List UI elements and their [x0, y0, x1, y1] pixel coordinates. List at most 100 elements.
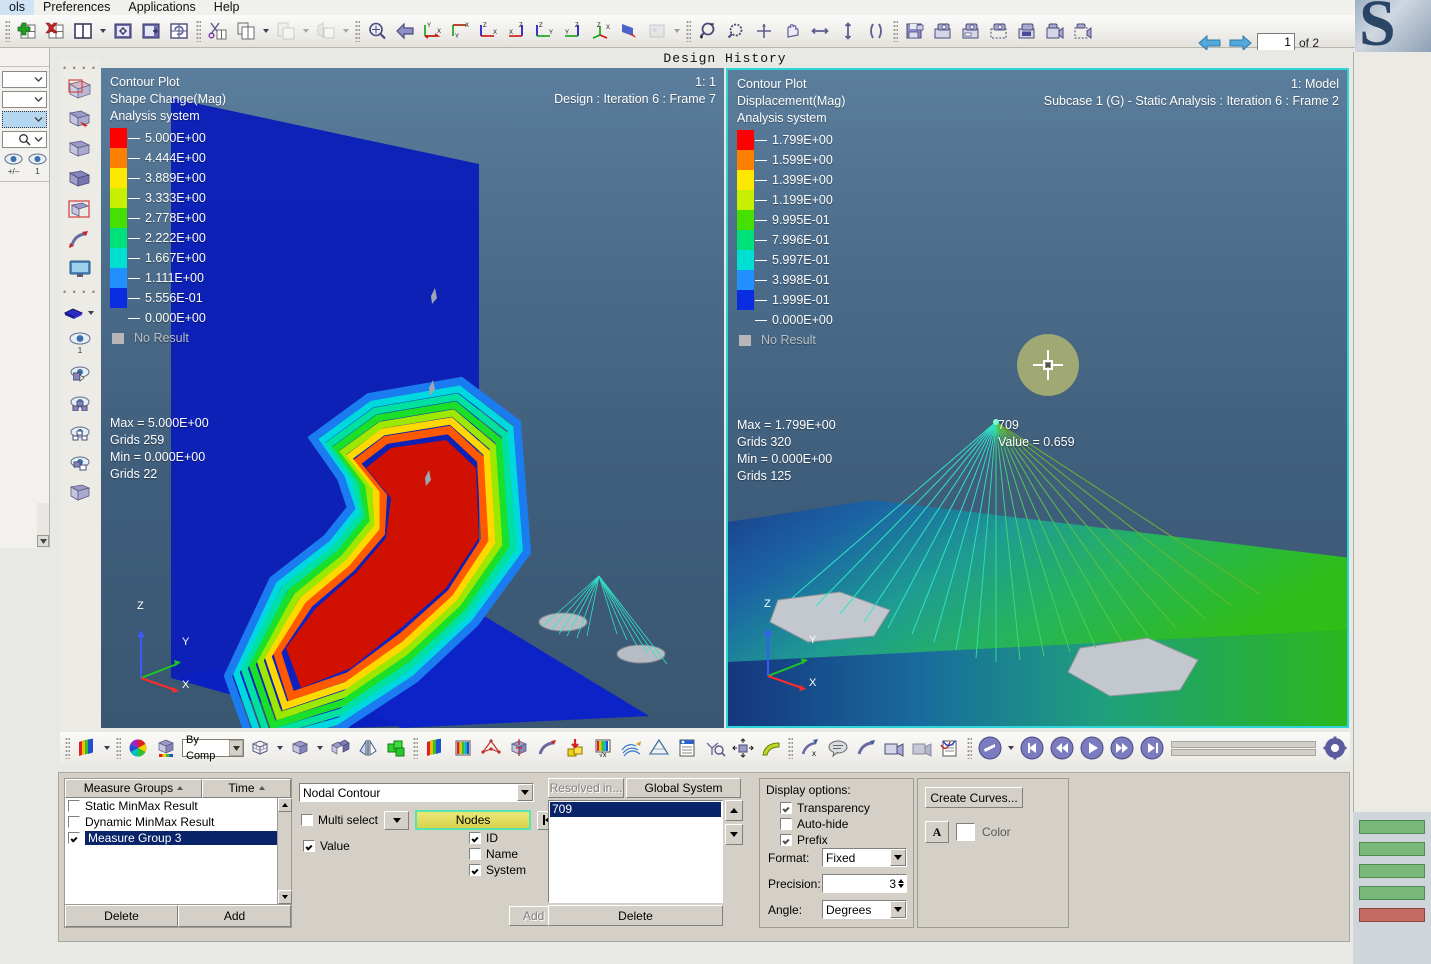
- multi-select-checkbox-row[interactable]: Multi select: [301, 812, 378, 828]
- view-iso-icon[interactable]: ZX: [588, 18, 614, 44]
- browser-combo-2[interactable]: [2, 91, 47, 108]
- pan-icon[interactable]: [779, 18, 805, 44]
- paste-special-dropdown-icon[interactable]: [343, 29, 349, 33]
- move-down-button[interactable]: [725, 824, 743, 845]
- delete-entity-button[interactable]: Delete: [548, 905, 723, 926]
- gfx-grip-2[interactable]: [116, 737, 121, 759]
- chevron-down-icon[interactable]: [32, 133, 45, 146]
- view-zy-icon[interactable]: ZY: [532, 18, 558, 44]
- next-page-icon[interactable]: [1227, 34, 1253, 52]
- measure-groups-scrollbar[interactable]: [277, 798, 292, 904]
- explode-icon[interactable]: [383, 735, 409, 761]
- query-icon[interactable]: [702, 735, 728, 761]
- browser-scrollbar[interactable]: [37, 503, 49, 548]
- col-time[interactable]: Time: [201, 778, 291, 798]
- viewport-displacement[interactable]: Contour Plot Displacement(Mag) Analysis …: [726, 68, 1349, 728]
- previous-page-icon[interactable]: [1197, 34, 1223, 52]
- visibility-component-icon[interactable]: [65, 389, 95, 417]
- component-color-icon[interactable]: [153, 735, 179, 761]
- translate-v-icon[interactable]: [835, 18, 861, 44]
- free-body-icon[interactable]: x: [797, 735, 823, 761]
- copy-icon[interactable]: [233, 18, 259, 44]
- deform-icon[interactable]: [65, 225, 95, 253]
- zoom-in-icon[interactable]: [695, 18, 721, 44]
- cut-icon[interactable]: [205, 18, 231, 44]
- delete-page-icon[interactable]: [42, 18, 68, 44]
- dock-entry[interactable]: [1359, 864, 1425, 878]
- dock-entry-alert[interactable]: [1359, 908, 1425, 922]
- scroll-down-arrow-icon[interactable]: [278, 890, 292, 904]
- toolbar-grip-4[interactable]: [686, 20, 691, 42]
- autohide-checkbox[interactable]: [780, 818, 792, 830]
- menu-item-applications[interactable]: Applications: [119, 0, 204, 15]
- value-checkbox-row[interactable]: Value: [303, 838, 350, 854]
- viewport-shape-change[interactable]: Contour Plot Shape Change(Mag) Analysis …: [101, 68, 724, 728]
- nodes-select-button[interactable]: Nodes: [415, 810, 532, 830]
- fit-zoom-icon[interactable]: [364, 18, 390, 44]
- visibility-element-icon[interactable]: [65, 359, 95, 387]
- scroll-down-arrow-icon[interactable]: [37, 535, 49, 547]
- rewind-button[interactable]: [1048, 735, 1076, 761]
- browser-combo-3-selected[interactable]: [2, 111, 47, 128]
- previous-view-icon[interactable]: [392, 18, 418, 44]
- expand-window-icon[interactable]: [110, 18, 136, 44]
- precision-spinner[interactable]: 3: [822, 874, 907, 893]
- mesh-apply-icon[interactable]: [65, 105, 95, 133]
- spinner-arrows[interactable]: [898, 879, 906, 888]
- apply-load-icon[interactable]: [562, 735, 588, 761]
- view-xz-icon[interactable]: ZX: [504, 18, 530, 44]
- selection-mode-dropdown[interactable]: [384, 810, 410, 830]
- search-icon[interactable]: [18, 133, 31, 149]
- page-layout-dropdown-icon[interactable]: [100, 29, 106, 33]
- browser-combo-1[interactable]: [2, 71, 47, 88]
- visibility-assembly-icon[interactable]: [65, 419, 95, 447]
- image-view-icon[interactable]: [644, 18, 670, 44]
- shaded-dropdown-icon[interactable]: [317, 746, 323, 750]
- resolved-in-button[interactable]: Resolved in...: [548, 778, 624, 798]
- toolbar-grip-2[interactable]: [196, 20, 201, 42]
- visibility-one-icon[interactable]: 1: [65, 329, 95, 357]
- animation-frame-slider[interactable]: [1171, 748, 1316, 756]
- mesh-plain-icon[interactable]: [65, 135, 95, 163]
- chevron-down-icon[interactable]: [229, 740, 243, 756]
- menu-item-preferences[interactable]: Preferences: [34, 0, 119, 15]
- multi-select-checkbox[interactable]: [301, 814, 313, 826]
- system-checkbox[interactable]: [469, 864, 481, 876]
- strip-grip-2[interactable]: • • • •: [63, 288, 97, 298]
- note-icon[interactable]: [825, 735, 851, 761]
- display-plusminus-icon[interactable]: +/–: [4, 153, 23, 176]
- zoom-out-icon[interactable]: [723, 18, 749, 44]
- animation-mode-icon[interactable]: [976, 735, 1004, 761]
- streamline-icon[interactable]: [618, 735, 644, 761]
- browser-search-field[interactable]: [2, 131, 47, 148]
- gfx-grip-4[interactable]: [788, 737, 793, 759]
- plot-curves-icon[interactable]: [937, 735, 963, 761]
- animation-speed-slider[interactable]: [1171, 740, 1316, 748]
- animation-settings-icon[interactable]: [1321, 735, 1349, 761]
- add-page-icon[interactable]: [14, 18, 40, 44]
- vector-plot-icon[interactable]: [478, 735, 504, 761]
- measure-type-combo[interactable]: Nodal Contour: [299, 783, 534, 802]
- layers-dropdown-icon[interactable]: [88, 311, 94, 315]
- first-frame-button[interactable]: [1018, 735, 1046, 761]
- list-item[interactable]: Dynamic MinMax Result: [65, 814, 277, 830]
- view-flip-icon[interactable]: [616, 18, 642, 44]
- transparency-checkbox-row[interactable]: Transparency: [780, 800, 870, 816]
- shrink-elements-icon[interactable]: [327, 735, 353, 761]
- delete-measure-group-button[interactable]: Delete: [65, 905, 178, 927]
- visibility-part-icon[interactable]: [65, 449, 95, 477]
- move-up-button[interactable]: [725, 800, 743, 821]
- menu-item-tools[interactable]: ols: [0, 0, 34, 15]
- prefix-checkbox[interactable]: [780, 834, 792, 846]
- transparency-checkbox[interactable]: [780, 802, 792, 814]
- copy-dropdown-icon[interactable]: [263, 29, 269, 33]
- capture-window-icon[interactable]: [958, 18, 984, 44]
- camera-icon[interactable]: [909, 735, 935, 761]
- color-by-selector[interactable]: By Comp: [182, 734, 244, 762]
- toolbar-grip-5[interactable]: [893, 20, 898, 42]
- image-view-dropdown-icon[interactable]: [674, 29, 680, 33]
- create-curves-button[interactable]: Create Curves...: [925, 787, 1023, 808]
- menu-item-help[interactable]: Help: [205, 0, 249, 15]
- mesh-display-icon[interactable]: [65, 479, 95, 507]
- measure-icon[interactable]: [730, 735, 756, 761]
